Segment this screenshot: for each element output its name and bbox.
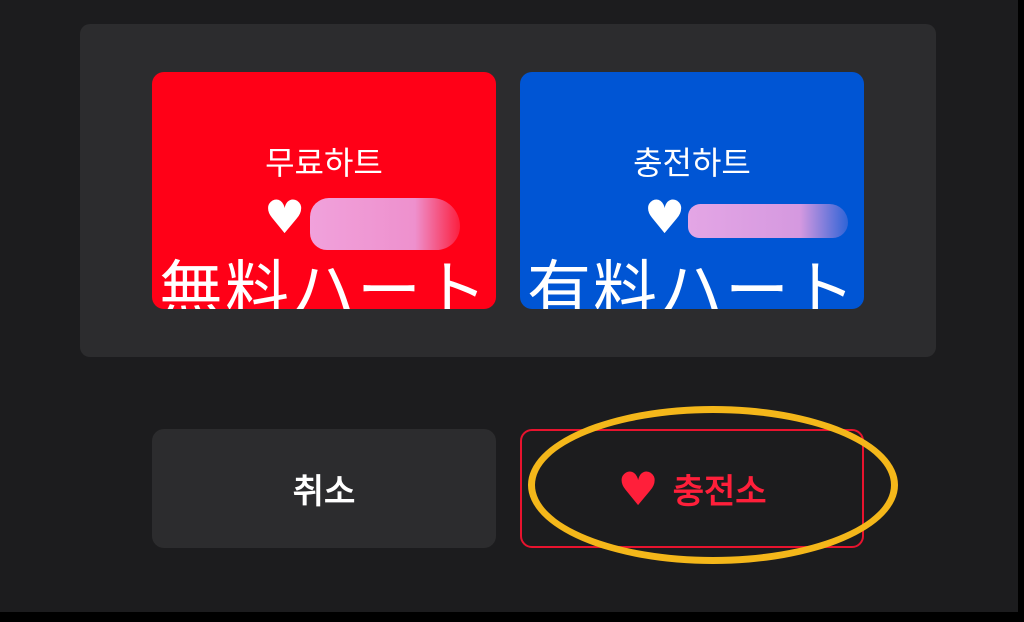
cancel-button[interactable]: 취소 bbox=[152, 429, 496, 548]
redacted-amount-mark bbox=[688, 204, 848, 238]
highlight-annotation-ellipse bbox=[528, 406, 898, 564]
free-heart-card: 무료하트 ♥ 無料ハート bbox=[152, 72, 496, 309]
heart-icon: ♥ bbox=[644, 190, 686, 244]
paid-heart-card: 충전하트 ♥ 有料ハート bbox=[520, 72, 864, 309]
paid-heart-title: 충전하트 bbox=[633, 144, 751, 182]
free-heart-annotation: 無料ハート bbox=[159, 255, 489, 309]
paid-heart-annotation: 有料ハート bbox=[527, 255, 857, 309]
free-heart-title: 무료하트 bbox=[265, 144, 383, 182]
heart-icon: ♥ bbox=[264, 190, 306, 244]
cancel-button-label: 취소 bbox=[292, 472, 356, 512]
window-edge bbox=[1018, 0, 1024, 622]
window-edge bbox=[0, 612, 1024, 622]
